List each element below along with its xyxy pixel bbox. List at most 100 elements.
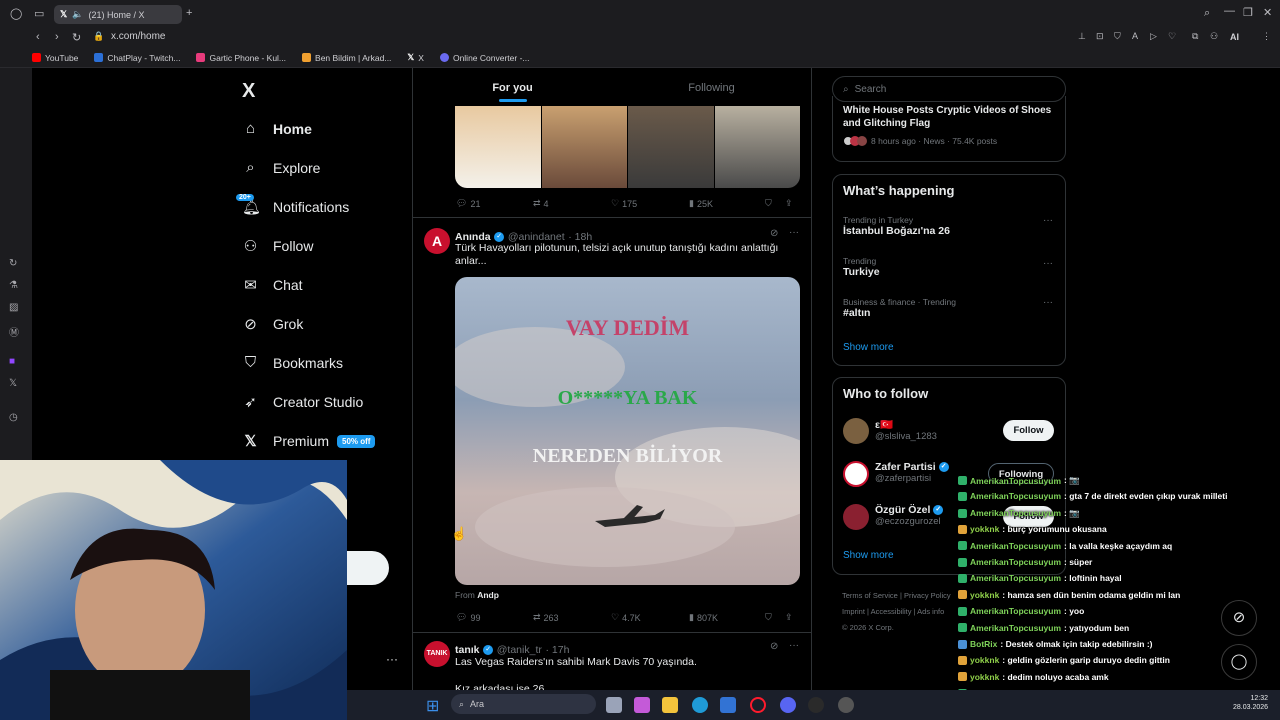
new-tab-icon[interactable]: + (186, 7, 192, 19)
bookmark-gartic[interactable]: Gartic Phone - Kul... (196, 53, 286, 63)
footer-link[interactable]: Privacy Policy (904, 591, 951, 600)
media-image[interactable] (541, 106, 627, 188)
back-icon[interactable]: ‹ (36, 31, 40, 43)
avatar[interactable] (843, 504, 869, 530)
obs-icon[interactable] (808, 697, 824, 713)
chat-username[interactable]: AmerikanTopcusuyum (970, 541, 1061, 551)
media-image[interactable] (628, 106, 714, 188)
follow-suggestion[interactable]: ε🇹🇷 @slsliva_1283 (875, 418, 937, 442)
search-icon[interactable]: ⌕ (1204, 7, 1210, 20)
media-image[interactable] (714, 106, 800, 188)
bookmark-online-converter[interactable]: Online Converter -... (439, 53, 529, 63)
reply-button[interactable]: 💬︎ 21 (456, 198, 533, 209)
footer-link[interactable]: Terms of Service (842, 591, 898, 600)
profile-icon[interactable]: ⚇ (1210, 31, 1218, 42)
like-button[interactable]: ♡ 175 (611, 198, 689, 209)
store-icon[interactable] (720, 697, 736, 713)
extensions-icon[interactable]: ⧉ (1192, 31, 1198, 42)
restore-icon[interactable]: ❐ (1243, 6, 1253, 19)
footer-link[interactable]: Imprint (842, 607, 865, 616)
retweet-button[interactable]: ⇄ 263 (533, 612, 611, 623)
avatar[interactable]: TANIK (424, 641, 450, 667)
source-link[interactable]: Andp (477, 590, 499, 600)
app-icon[interactable] (838, 697, 854, 713)
trend-item[interactable]: Trending in Turkey İstanbul Boğazı'na 26 (843, 215, 950, 237)
nav-explore[interactable]: ⌕ Explore (242, 159, 320, 176)
chat-username[interactable]: yokknk (970, 590, 999, 600)
retweet-button[interactable]: ⇄ 4 (533, 198, 611, 209)
chat-username[interactable]: AmerikanTopcusuyum (970, 491, 1061, 501)
file-explorer-icon[interactable] (662, 697, 678, 713)
views-button[interactable]: ▮ 25K (689, 198, 765, 209)
more-icon[interactable]: ··· (789, 227, 799, 238)
nav-premium[interactable]: 𝕏 Premium 50% off (242, 432, 376, 450)
show-more-link[interactable]: Show more (843, 342, 894, 353)
x-app-icon[interactable]: 𝕏 (9, 378, 17, 389)
share-icon[interactable]: ⇪ (785, 612, 793, 623)
author-handle[interactable]: @tanik_tr (497, 644, 542, 656)
share-icon[interactable]: ⇪ (785, 198, 793, 209)
ai-button[interactable]: AI (1230, 32, 1239, 42)
clock-icon[interactable]: ◷ (9, 412, 18, 423)
discord-icon[interactable] (780, 697, 796, 713)
twitch-icon[interactable]: ■ (9, 356, 15, 367)
tab-home-x[interactable]: 𝕏 🔈 (21) Home / X (54, 5, 182, 24)
bookmark-chatplay[interactable]: ChatPlay - Twitch... (94, 53, 180, 63)
like-button[interactable]: ♡ 4.7K (611, 612, 689, 623)
more-icon[interactable]: ··· (789, 640, 799, 651)
pin-icon[interactable]: ⊥ (1078, 31, 1086, 42)
play-icon[interactable]: ▷ (1150, 31, 1157, 42)
more-icon[interactable]: ··· (1043, 258, 1053, 269)
chat-username[interactable]: yokknk (970, 672, 999, 682)
avatar[interactable] (843, 461, 869, 487)
tab-menu-icon[interactable]: ▭ (34, 7, 44, 20)
taskbar-clock[interactable]: 12:32 28.03.2026 (1233, 694, 1268, 712)
more-icon[interactable]: ··· (1043, 215, 1053, 226)
tweet-video[interactable]: VAY DEDİM O*****YA BAK NEREDEN BİLİYOR (455, 277, 800, 585)
task-view-icon[interactable] (606, 697, 622, 713)
more-icon[interactable]: ··· (1043, 297, 1053, 308)
views-button[interactable]: ▮ 807K (689, 612, 765, 623)
bookmark-ben-bildim[interactable]: Ben Bildim | Arkad... (302, 53, 391, 63)
footer-link[interactable]: Ads info (917, 607, 944, 616)
post-button[interactable] (347, 551, 389, 585)
reply-button[interactable]: 💬︎ 99 (456, 612, 533, 623)
flask-icon[interactable]: ⚗ (9, 280, 18, 291)
heart-icon[interactable]: ♡ (1168, 31, 1176, 42)
m-app-icon[interactable]: Ⓜ (9, 324, 19, 339)
media-image[interactable] (455, 106, 541, 188)
translate-icon[interactable]: A (1132, 31, 1138, 41)
bookmark-icon[interactable]: ⛉ (765, 198, 785, 209)
tag-icon[interactable]: ▨ (9, 302, 18, 313)
chat-username[interactable]: AmerikanTopcusuyum (970, 606, 1061, 616)
news-card[interactable]: White House Posts Cryptic Videos of Shoe… (832, 96, 1066, 162)
chat-username[interactable]: AmerikanTopcusuyum (970, 476, 1061, 486)
grok-float-button[interactable]: ⊘ (1221, 600, 1257, 636)
nav-chat[interactable]: ✉ Chat (242, 276, 302, 294)
close-icon[interactable]: ✕ (1263, 6, 1272, 19)
tweet1-media-grid[interactable] (455, 106, 800, 188)
menu-icon[interactable]: ⋮ (1262, 31, 1271, 42)
copilot-icon[interactable] (634, 697, 650, 713)
chat-username[interactable]: AmerikanTopcusuyum (970, 623, 1061, 633)
nav-follow[interactable]: ⚇ Follow (242, 237, 314, 255)
chat-username[interactable]: AmerikanTopcusuyum (970, 508, 1061, 518)
url-field[interactable]: x.com/home (111, 31, 165, 42)
windows-start-icon[interactable]: ⊞ (426, 696, 439, 716)
tab-for-you[interactable]: For you (413, 70, 612, 106)
opera-icon[interactable] (750, 697, 766, 713)
forward-icon[interactable]: › (55, 31, 59, 43)
bookmark-icon[interactable]: ⛉ (765, 612, 785, 623)
chat-float-button[interactable]: ◯ (1221, 644, 1257, 680)
shield-icon[interactable]: ⛉ (1114, 31, 1121, 42)
minimize-icon[interactable]: — (1224, 5, 1235, 17)
trend-item[interactable]: Trending Turkiye (843, 256, 880, 278)
more-options-icon[interactable]: ··· (386, 652, 398, 666)
avatar[interactable] (843, 418, 869, 444)
x-logo[interactable]: X (242, 80, 255, 103)
chat-username[interactable]: yokknk (970, 524, 999, 534)
show-more-link[interactable]: Show more (843, 550, 894, 561)
nav-creator-studio[interactable]: ➶ Creator Studio (242, 393, 363, 411)
follow-suggestion[interactable]: Zafer Partisi ✓ @zaferpartisi (875, 461, 949, 484)
tab-following[interactable]: Following (612, 70, 811, 106)
